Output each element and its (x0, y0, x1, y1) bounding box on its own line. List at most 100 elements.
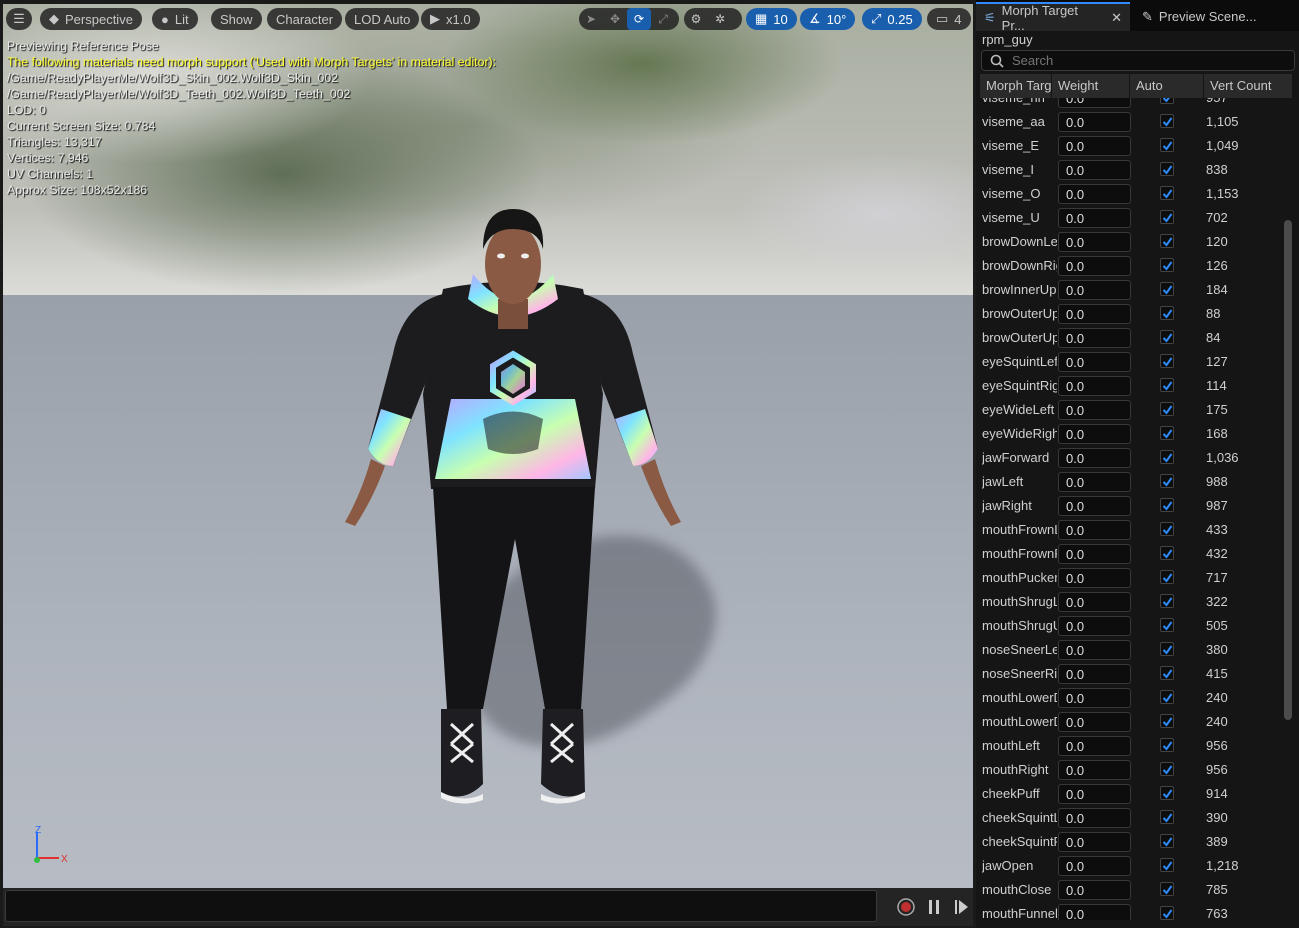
auto-checkbox[interactable] (1160, 642, 1174, 656)
morph-target-row[interactable]: jawRight 987 (980, 494, 1280, 518)
morph-target-row[interactable]: mouthFrownRight 432 (980, 542, 1280, 566)
morph-target-row[interactable]: eyeSquintRight 114 (980, 374, 1280, 398)
morph-target-row[interactable]: browInnerUp 184 (980, 278, 1280, 302)
auto-checkbox[interactable] (1160, 714, 1174, 728)
auto-checkbox[interactable] (1160, 906, 1174, 920)
morph-target-row[interactable]: mouthLowerDownLeft 240 (980, 686, 1280, 710)
camera-speed-button[interactable]: ▭ 4 (927, 8, 971, 30)
auto-checkbox[interactable] (1160, 594, 1174, 608)
auto-checkbox[interactable] (1160, 690, 1174, 704)
weight-input[interactable] (1058, 904, 1131, 920)
morph-target-row[interactable]: viseme_nn 957 (980, 98, 1280, 110)
morph-target-row[interactable]: viseme_O 1,153 (980, 182, 1280, 206)
perspective-button[interactable]: ◆ Perspective (40, 8, 142, 30)
auto-checkbox[interactable] (1160, 834, 1174, 848)
lit-button[interactable]: ● Lit (152, 8, 198, 30)
auto-checkbox[interactable] (1160, 258, 1174, 272)
auto-checkbox[interactable] (1160, 186, 1174, 200)
step-forward-button[interactable] (951, 897, 971, 917)
weight-input[interactable] (1058, 664, 1131, 684)
weight-input[interactable] (1058, 304, 1131, 324)
surface-snap-icon[interactable]: ✲ (708, 8, 732, 30)
character-button[interactable]: Character (267, 8, 343, 30)
tab-morph-target-preview[interactable]: ⚟ Morph Target Pr... ✕ (976, 2, 1130, 33)
select-icon[interactable]: ➤ (579, 8, 603, 30)
auto-checkbox[interactable] (1160, 210, 1174, 224)
morph-target-row[interactable]: jawForward 1,036 (980, 446, 1280, 470)
weight-input[interactable] (1058, 832, 1131, 852)
morph-target-row[interactable]: viseme_aa 1,105 (980, 110, 1280, 134)
auto-checkbox[interactable] (1160, 162, 1174, 176)
weight-input[interactable] (1058, 400, 1131, 420)
weight-input[interactable] (1058, 880, 1131, 900)
morph-target-row[interactable]: cheekPuff 914 (980, 782, 1280, 806)
morph-target-row[interactable]: noseSneerLeft 380 (980, 638, 1280, 662)
auto-checkbox[interactable] (1160, 330, 1174, 344)
auto-checkbox[interactable] (1160, 378, 1174, 392)
weight-input[interactable] (1058, 448, 1131, 468)
morph-target-row[interactable]: viseme_I 838 (980, 158, 1280, 182)
morph-target-row[interactable]: browDownRight 126 (980, 254, 1280, 278)
morph-target-row[interactable]: cheekSquintLeft 390 (980, 806, 1280, 830)
weight-input[interactable] (1058, 376, 1131, 396)
morph-target-row[interactable]: eyeSquintLeft 127 (980, 350, 1280, 374)
auto-checkbox[interactable] (1160, 474, 1174, 488)
column-header-weight[interactable]: Weight (1052, 74, 1130, 98)
character-mesh[interactable] (333, 204, 693, 804)
angle-snap-button[interactable]: ∡ 10° (800, 8, 856, 30)
weight-input[interactable] (1058, 352, 1131, 372)
weight-input[interactable] (1058, 856, 1131, 876)
morph-target-row[interactable]: browOuterUpLeft 88 (980, 302, 1280, 326)
column-header-auto[interactable]: Auto (1130, 74, 1204, 98)
auto-checkbox[interactable] (1160, 618, 1174, 632)
weight-input[interactable] (1058, 424, 1131, 444)
auto-checkbox[interactable] (1160, 786, 1174, 800)
weight-input[interactable] (1058, 160, 1131, 180)
auto-checkbox[interactable] (1160, 138, 1174, 152)
weight-input[interactable] (1058, 784, 1131, 804)
morph-target-row[interactable]: mouthRight 956 (980, 758, 1280, 782)
morph-target-row[interactable]: mouthShrugLower 322 (980, 590, 1280, 614)
morph-target-row[interactable]: jawLeft 988 (980, 470, 1280, 494)
weight-input[interactable] (1058, 688, 1131, 708)
weight-input[interactable] (1058, 256, 1131, 276)
auto-checkbox[interactable] (1160, 570, 1174, 584)
auto-checkbox[interactable] (1160, 546, 1174, 560)
scale-snap-button[interactable]: ⤢ 0.25 (862, 8, 922, 30)
weight-input[interactable] (1058, 98, 1131, 108)
morph-target-row[interactable]: mouthFunnel 763 (980, 902, 1280, 920)
grid-snap-button[interactable]: ▦ 10 (746, 8, 797, 30)
auto-checkbox[interactable] (1160, 666, 1174, 680)
translate-icon[interactable]: ✥ (603, 8, 627, 30)
morph-target-row[interactable]: eyeWideLeft 175 (980, 398, 1280, 422)
morph-target-row[interactable]: mouthClose 785 (980, 878, 1280, 902)
auto-checkbox[interactable] (1160, 498, 1174, 512)
weight-input[interactable] (1058, 520, 1131, 540)
weight-input[interactable] (1058, 496, 1131, 516)
weight-input[interactable] (1058, 112, 1131, 132)
weight-input[interactable] (1058, 472, 1131, 492)
viewport-menu-button[interactable]: ☰ (6, 8, 32, 30)
auto-checkbox[interactable] (1160, 402, 1174, 416)
weight-input[interactable] (1058, 616, 1131, 636)
auto-checkbox[interactable] (1160, 882, 1174, 896)
morph-target-row[interactable]: mouthLeft 956 (980, 734, 1280, 758)
column-header-vert-count[interactable]: Vert Count (1204, 74, 1292, 98)
morph-target-row[interactable]: mouthShrugUpper 505 (980, 614, 1280, 638)
auto-checkbox[interactable] (1160, 114, 1174, 128)
playback-speed-button[interactable]: ▶ x1.0 (421, 8, 480, 30)
morph-target-row[interactable]: mouthFrownLeft 433 (980, 518, 1280, 542)
morph-target-row[interactable]: mouthPucker 717 (980, 566, 1280, 590)
pause-button[interactable] (924, 897, 944, 917)
world-icon[interactable]: ⚙ (684, 8, 708, 30)
morph-target-row[interactable]: noseSneerRight 415 (980, 662, 1280, 686)
weight-input[interactable] (1058, 592, 1131, 612)
morph-target-row[interactable]: jawOpen 1,218 (980, 854, 1280, 878)
weight-input[interactable] (1058, 232, 1131, 252)
auto-checkbox[interactable] (1160, 738, 1174, 752)
morph-target-row[interactable]: viseme_U 702 (980, 206, 1280, 230)
weight-input[interactable] (1058, 136, 1131, 156)
close-icon[interactable]: ✕ (1111, 10, 1122, 26)
auto-checkbox[interactable] (1160, 354, 1174, 368)
auto-checkbox[interactable] (1160, 450, 1174, 464)
